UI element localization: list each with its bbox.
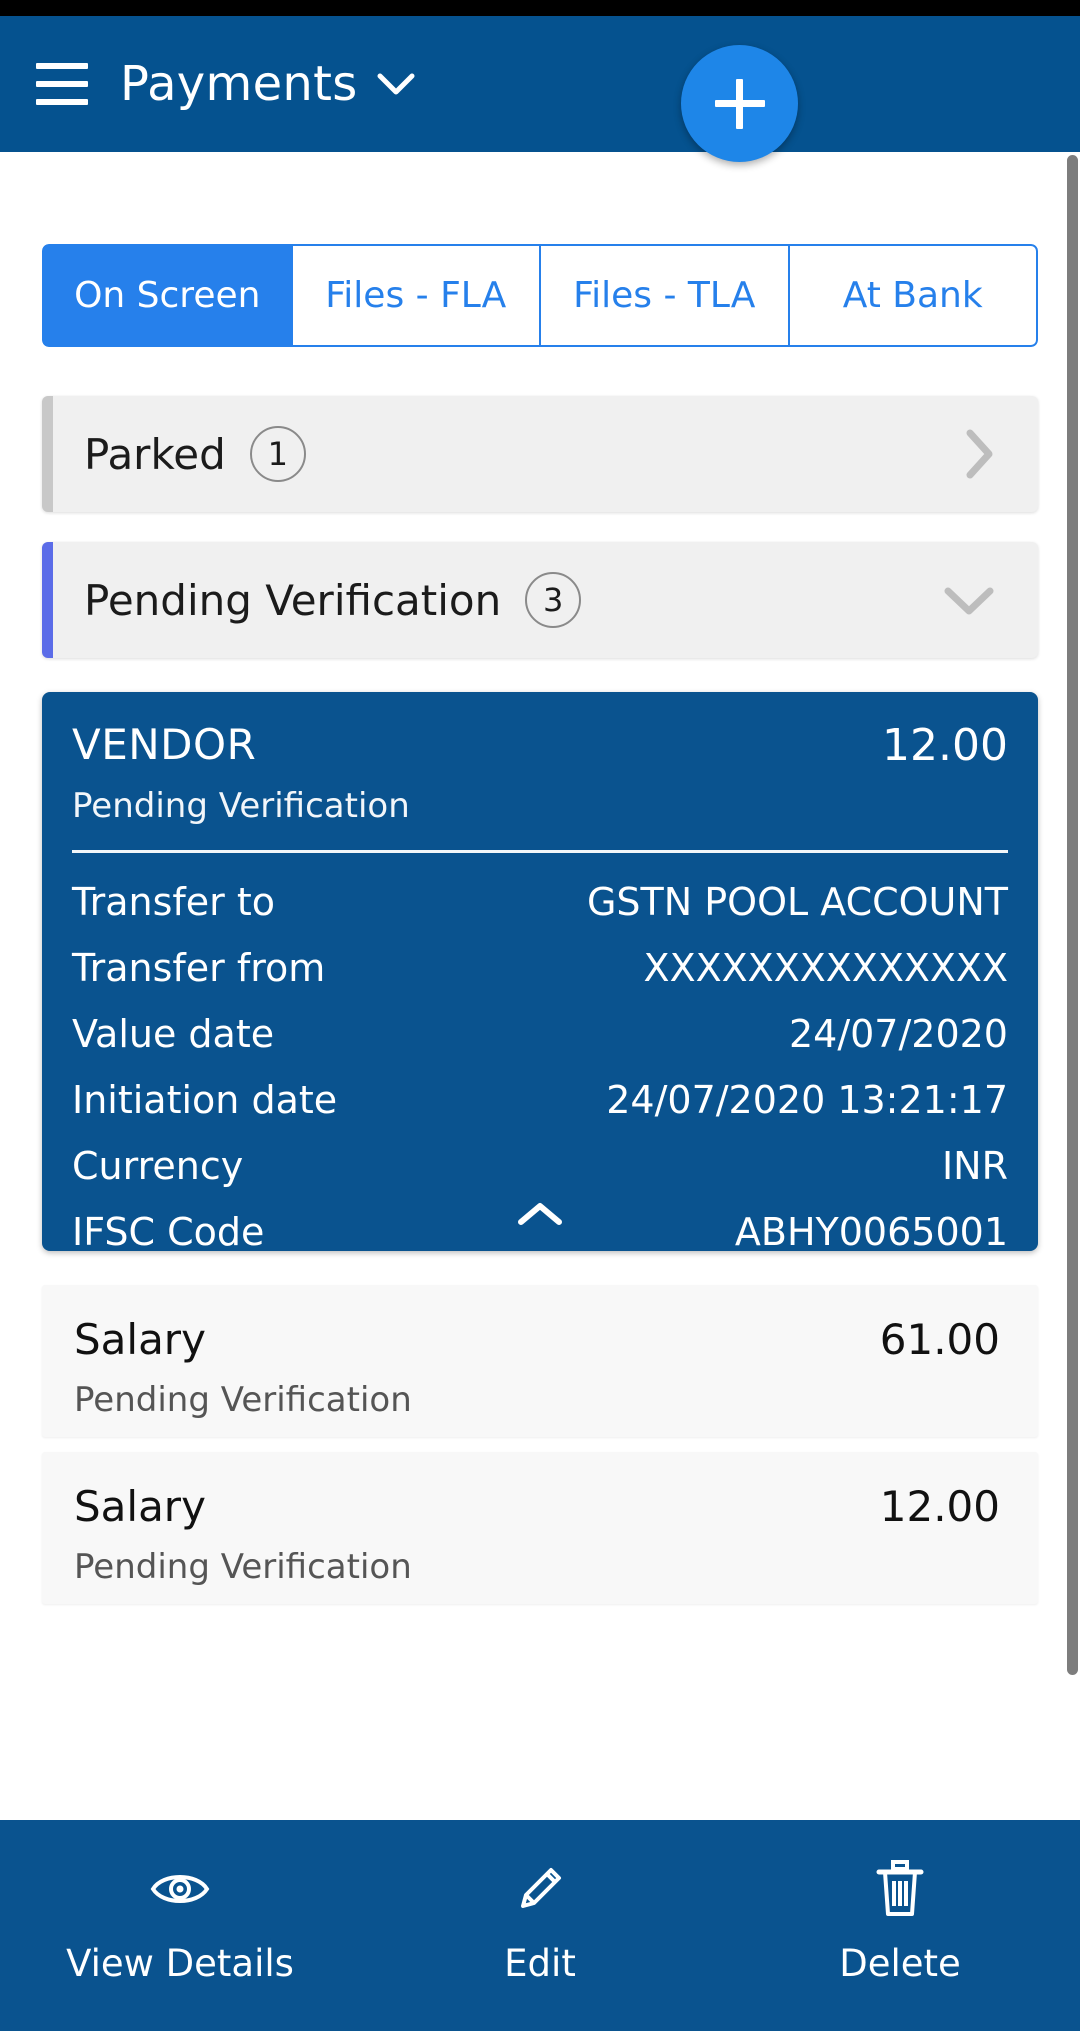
chevron-up-icon[interactable]: [42, 1199, 1038, 1229]
tab-on-screen[interactable]: On Screen: [42, 244, 292, 347]
action-label: Edit: [504, 1942, 576, 1985]
section-label: Parked: [84, 430, 226, 479]
detail-value: INR: [942, 1144, 1008, 1188]
list-item[interactable]: Salary 61.00 Pending Verification: [42, 1285, 1038, 1437]
card-header: VENDOR 12.00: [72, 724, 1008, 768]
chevron-right-icon[interactable]: [960, 427, 996, 481]
scrollbar-thumb[interactable]: [1067, 155, 1078, 1675]
section-header-pending-verification[interactable]: Pending Verification 3: [42, 542, 1038, 658]
list-item-title: Salary: [74, 1482, 206, 1531]
trash-icon: [874, 1858, 926, 1920]
tab-files-fla[interactable]: Files - FLA: [292, 244, 541, 347]
section-header-parked[interactable]: Parked 1: [42, 396, 1038, 512]
edit-button[interactable]: Edit: [405, 1858, 675, 1985]
tab-strip: On Screen Files - FLA Files - TLA At Ban…: [42, 244, 1038, 347]
detail-value: GSTN POOL ACCOUNT: [587, 880, 1008, 924]
list-item-amount: 12.00: [880, 1482, 1000, 1531]
list-item-status: Pending Verification: [74, 1380, 1000, 1420]
card-title: VENDOR: [72, 724, 256, 766]
tab-files-tla[interactable]: Files - TLA: [540, 244, 789, 347]
eye-icon: [149, 1858, 211, 1920]
detail-key: Transfer to: [72, 880, 275, 924]
app-screen: Payments On Screen Files - FLA Files - T…: [0, 0, 1080, 2031]
card-status: Pending Verification: [72, 786, 1008, 826]
delete-button[interactable]: Delete: [765, 1858, 1035, 1985]
page-title: Payments: [120, 56, 358, 112]
tab-label: Files - FLA: [325, 275, 506, 316]
content-area: On Screen Files - FLA Files - TLA At Ban…: [0, 152, 1080, 1820]
scrollbar[interactable]: [1066, 152, 1080, 1820]
detail-row: Value date 24/07/2020: [72, 1001, 1008, 1067]
list-item-title: Salary: [74, 1315, 206, 1364]
divider: [72, 850, 1008, 853]
list-item-header: Salary 61.00: [74, 1315, 1000, 1364]
action-label: Delete: [839, 1942, 961, 1985]
tab-label: On Screen: [74, 275, 260, 316]
bottom-action-bar: View Details Edit: [0, 1820, 1080, 2031]
pencil-icon: [511, 1858, 569, 1920]
status-bar: [0, 0, 1080, 16]
list-item[interactable]: Salary 12.00 Pending Verification: [42, 1452, 1038, 1604]
detail-key: Initiation date: [72, 1078, 337, 1122]
list-item-header: Salary 12.00: [74, 1482, 1000, 1531]
detail-key: Transfer from: [72, 946, 325, 990]
view-details-button[interactable]: View Details: [45, 1858, 315, 1985]
app-bar: Payments: [0, 16, 1080, 152]
tab-label: Files - TLA: [573, 275, 755, 316]
detail-row: Currency INR: [72, 1133, 1008, 1199]
detail-key: Value date: [72, 1012, 274, 1056]
status-badge: 1: [250, 426, 306, 482]
action-label: View Details: [66, 1942, 294, 1985]
payment-detail-card[interactable]: VENDOR 12.00 Pending Verification Transf…: [42, 692, 1038, 1251]
detail-value: XXXXXXXXXXXXXX: [644, 946, 1008, 990]
list-item-status: Pending Verification: [74, 1547, 1000, 1587]
plus-icon-bar: [715, 100, 765, 107]
tab-at-bank[interactable]: At Bank: [789, 244, 1039, 347]
chevron-down-icon[interactable]: [376, 71, 416, 97]
detail-row: Initiation date 24/07/2020 13:21:17: [72, 1067, 1008, 1133]
add-payment-fab[interactable]: [681, 45, 798, 162]
status-badge: 3: [525, 572, 581, 628]
hamburger-menu-icon[interactable]: [36, 63, 88, 105]
tab-label: At Bank: [843, 275, 983, 316]
card-amount: 12.00: [882, 724, 1008, 768]
chevron-down-icon[interactable]: [942, 582, 996, 618]
detail-value: 24/07/2020 13:21:17: [606, 1078, 1008, 1122]
list-item-amount: 61.00: [880, 1315, 1000, 1364]
detail-row: Transfer from XXXXXXXXXXXXXX: [72, 935, 1008, 1001]
detail-value: 24/07/2020: [789, 1012, 1008, 1056]
detail-key: Currency: [72, 1144, 243, 1188]
detail-row: Transfer to GSTN POOL ACCOUNT: [72, 869, 1008, 935]
section-label: Pending Verification: [84, 576, 501, 625]
